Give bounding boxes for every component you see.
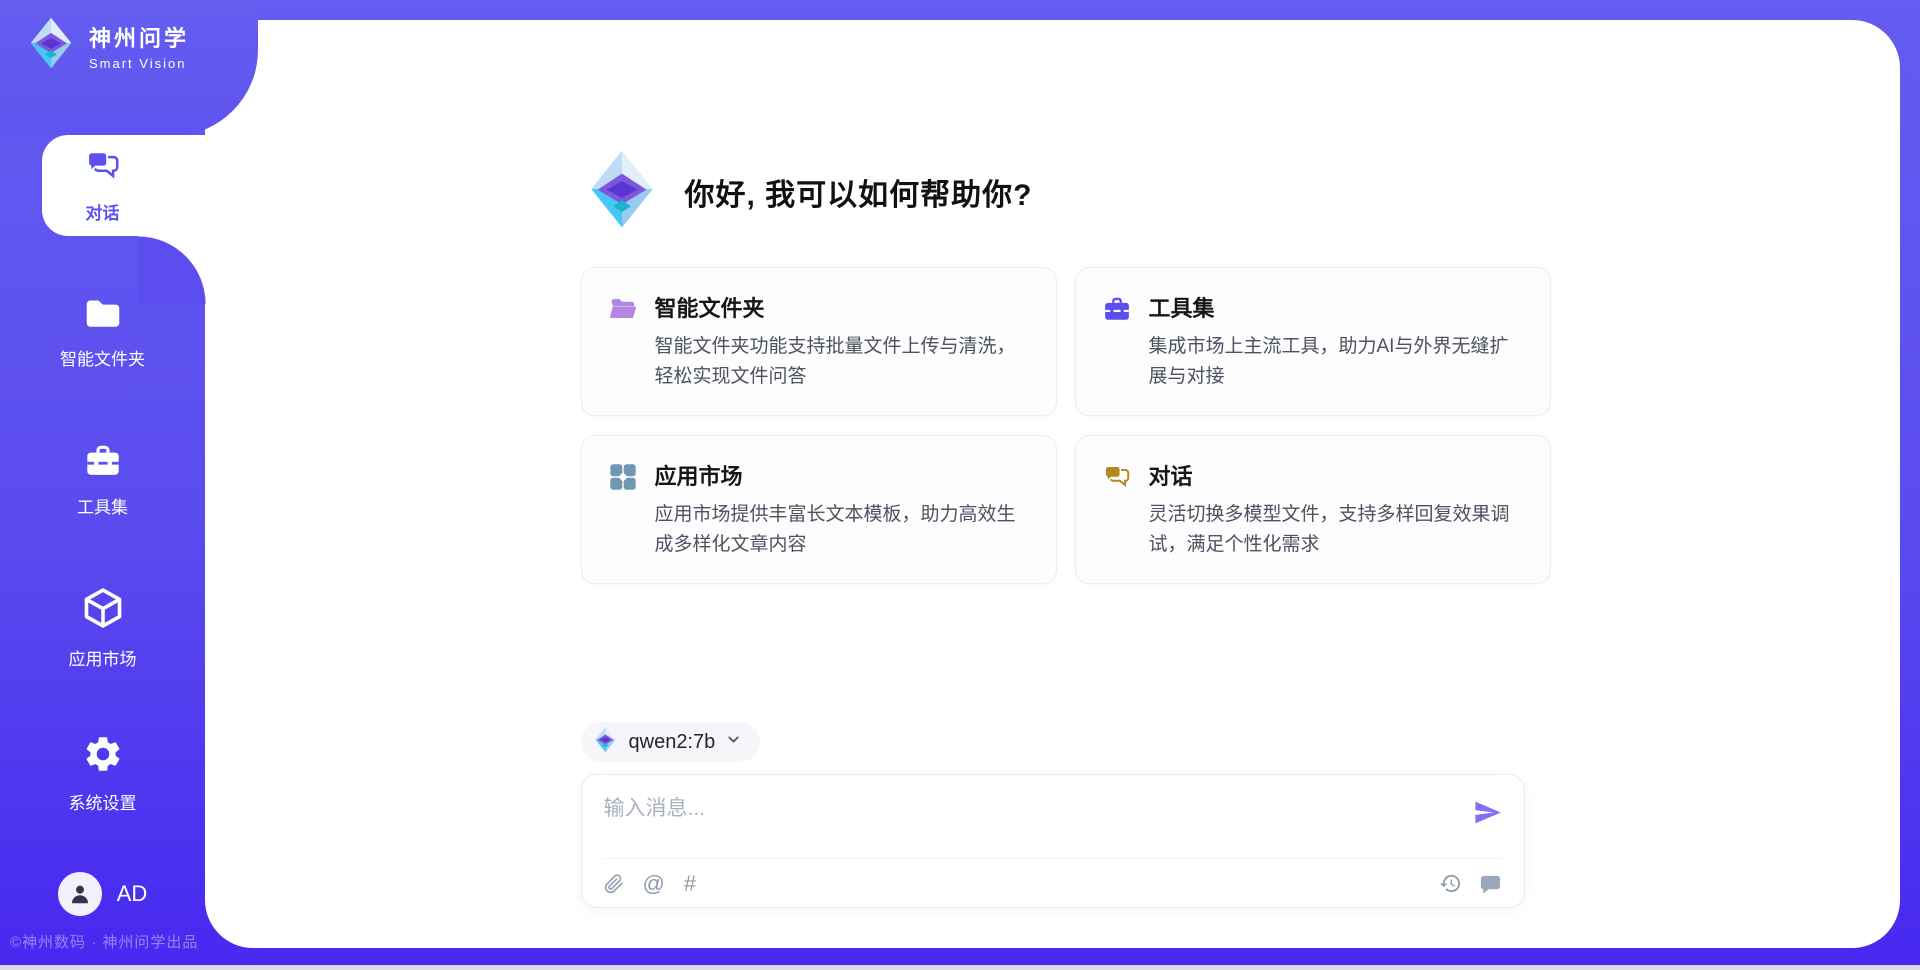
model-selector[interactable]: qwen2:7b <box>581 722 761 762</box>
sidebar-item-label: 对话 <box>86 199 120 224</box>
brand: 神州问学 Smart Vision <box>24 16 189 75</box>
hash-icon[interactable]: # <box>684 873 696 895</box>
copyright-footer: ©神州数码 · 神州问学出品 <box>10 931 198 952</box>
card-app-market[interactable]: 应用市场 应用市场提供丰富长文本模板，助力高效生成多样化文章内容 <box>581 435 1057 584</box>
card-title: 应用市场 <box>655 459 1030 491</box>
greeting-title: 你好, 我可以如何帮助你? <box>685 170 1033 214</box>
hero-greeting-block: 你好, 我可以如何帮助你? <box>581 148 1525 235</box>
card-title: 智能文件夹 <box>655 291 1030 323</box>
sidebar-item-smart-folder[interactable]: 智能文件夹 <box>0 295 205 370</box>
card-smart-folder[interactable]: 智能文件夹 智能文件夹功能支持批量文件上传与清洗，轻松实现文件问答 <box>581 267 1057 416</box>
sidebar-item-label: 系统设置 <box>69 789 137 814</box>
gem-logo-icon <box>581 148 663 235</box>
card-description: 智能文件夹功能支持批量文件上传与清洗，轻松实现文件问答 <box>655 332 1030 392</box>
card-chat[interactable]: 对话 灵活切换多模型文件，支持多样回复效果调试，满足个性化需求 <box>1075 435 1551 584</box>
chat-bubbles-icon <box>1102 462 1132 560</box>
card-description: 应用市场提供丰富长文本模板，助力高效生成多样化文章内容 <box>655 500 1030 560</box>
folder-icon <box>83 295 123 336</box>
send-button[interactable] <box>1473 798 1502 827</box>
avatar <box>58 872 102 916</box>
chevron-down-icon <box>725 731 742 753</box>
chat-input-area: qwen2:7b <box>581 722 1525 908</box>
cube-icon <box>80 585 126 636</box>
toolbox-icon <box>1102 294 1132 392</box>
card-title: 工具集 <box>1149 291 1524 323</box>
card-description: 集成市场上主流工具，助力AI与外界无缝扩展与对接 <box>1149 332 1524 392</box>
card-toolset[interactable]: 工具集 集成市场上主流工具，助力AI与外界无缝扩展与对接 <box>1075 267 1551 416</box>
comment-icon[interactable] <box>1479 872 1502 895</box>
gem-logo-icon <box>592 726 619 758</box>
card-title: 对话 <box>1149 459 1524 491</box>
sidebar: 神州问学 Smart Vision 对话 智能文件夹 <box>0 0 205 970</box>
brand-name: 神州问学 <box>89 21 189 53</box>
sidebar-item-chat[interactable]: 对话 <box>0 147 205 224</box>
toolbox-icon <box>83 441 123 484</box>
user-profile[interactable]: AD <box>0 872 205 916</box>
sidebar-item-label: 应用市场 <box>69 645 137 670</box>
model-name: qwen2:7b <box>629 731 716 754</box>
folder-open-icon <box>608 294 638 392</box>
sidebar-item-toolset[interactable]: 工具集 <box>0 441 205 518</box>
sidebar-item-label: 工具集 <box>77 493 128 518</box>
gear-icon <box>82 733 124 780</box>
user-initials: AD <box>117 881 148 907</box>
main-content: 你好, 我可以如何帮助你? 智能文件夹 智能文件夹功能支持批量文件上传与清洗，轻… <box>205 20 1900 948</box>
brand-subtitle: Smart Vision <box>89 56 189 71</box>
history-icon[interactable] <box>1439 872 1462 895</box>
sidebar-item-settings[interactable]: 系统设置 <box>0 733 205 814</box>
paperclip-icon[interactable] <box>604 873 624 895</box>
feature-cards: 智能文件夹 智能文件夹功能支持批量文件上传与清洗，轻松实现文件问答 工具集 <box>581 267 1525 584</box>
sidebar-item-app-market[interactable]: 应用市场 <box>0 585 205 670</box>
at-sign-icon[interactable]: @ <box>643 873 665 895</box>
message-input-box: @ # <box>581 774 1525 908</box>
gem-logo-icon <box>24 16 78 75</box>
card-description: 灵活切换多模型文件，支持多样回复效果调试，满足个性化需求 <box>1149 500 1524 560</box>
grid-blocks-icon <box>608 462 638 560</box>
message-input[interactable] <box>604 790 1473 821</box>
chat-bubbles-icon <box>84 147 122 190</box>
sidebar-item-label: 智能文件夹 <box>60 345 145 370</box>
send-plane-icon <box>1473 815 1502 830</box>
bottom-edge-strip <box>0 965 1920 970</box>
